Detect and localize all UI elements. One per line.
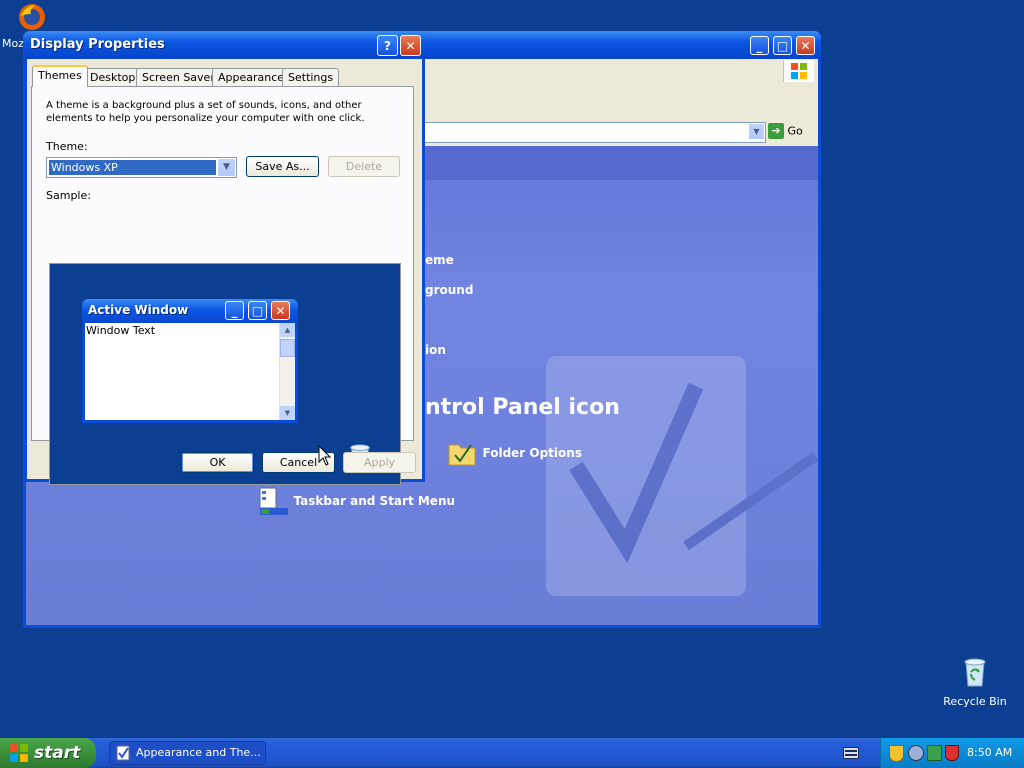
chevron-down-icon[interactable]: ▼: [218, 159, 235, 176]
maximize-button[interactable]: □: [773, 36, 792, 55]
clock[interactable]: 8:50 AM: [967, 738, 1012, 768]
save-as-button[interactable]: Save As...: [246, 156, 319, 177]
theme-description: A theme is a background plus a set of so…: [46, 100, 365, 124]
minimize-button[interactable]: _: [750, 36, 769, 55]
dialog-body: Themes Desktop Screen Saver Appearance S…: [27, 59, 422, 485]
alert-shield-icon[interactable]: [945, 745, 959, 761]
taskbar-start-menu-label: Taskbar and Start Menu: [293, 494, 456, 508]
folder-options-label: Folder Options: [482, 446, 582, 460]
network-icon[interactable]: [908, 745, 924, 761]
control-panel-icon: [116, 745, 130, 761]
tab-desktop[interactable]: Desktop: [84, 68, 142, 86]
taskbar-start-menu-link[interactable]: Taskbar and Start Menu: [258, 486, 455, 516]
sample-window-title: Active Window: [88, 303, 189, 317]
sample-window-text: Window Text: [86, 324, 156, 337]
keyboard-icon[interactable]: [843, 747, 859, 759]
start-label: start: [34, 743, 81, 763]
start-button[interactable]: start: [0, 738, 96, 768]
go-label: Go: [787, 124, 803, 138]
go-button[interactable]: ➔ Go: [768, 123, 812, 142]
recycle-bin-label: Recycle Bin: [943, 695, 1007, 708]
sample-scrollbar: ▲ ▼: [279, 323, 295, 420]
folder-icon: [448, 444, 476, 466]
theme-dropdown[interactable]: Windows XP ▼: [46, 157, 237, 178]
taskbar: start Appearance and The... 8:50 AM: [0, 738, 1024, 768]
taskbar-button-label: Appearance and The...: [136, 746, 261, 759]
update-icon[interactable]: [927, 745, 942, 761]
sample-window-client: Window Text ▲ ▼: [85, 323, 295, 420]
firefox-icon: [19, 4, 45, 30]
display-properties-dialog: Display Properties ? ✕ Themes Desktop Sc…: [24, 31, 425, 485]
help-button[interactable]: ?: [377, 35, 398, 56]
change-theme-link[interactable]: eme: [425, 253, 454, 267]
sample-minimize-icon: _: [225, 301, 244, 320]
dialog-close-button[interactable]: ✕: [400, 35, 421, 56]
mouse-cursor-icon: [318, 445, 332, 466]
scroll-down-icon: ▼: [280, 406, 295, 420]
resolution-link[interactable]: ion: [425, 343, 446, 357]
apply-button[interactable]: Apply: [343, 452, 416, 473]
taskbar-icon: [259, 487, 288, 515]
security-shield-icon[interactable]: [889, 745, 904, 762]
sample-close-icon: ✕: [271, 301, 290, 320]
ok-button[interactable]: OK: [181, 452, 254, 473]
windows-flag-icon: [10, 744, 28, 762]
delete-button[interactable]: Delete: [328, 156, 400, 177]
tab-screen-saver[interactable]: Screen Saver: [136, 68, 221, 86]
taskbar-button-appearance[interactable]: Appearance and The...: [109, 741, 266, 765]
close-button[interactable]: ✕: [796, 36, 815, 55]
tab-settings[interactable]: Settings: [282, 68, 340, 86]
sample-active-window: Active Window _ □ ✕ Window Text ▲ ▼: [82, 299, 298, 423]
scroll-up-icon: ▲: [280, 323, 295, 337]
themes-panel: A theme is a background plus a set of so…: [31, 86, 414, 485]
go-arrow-icon: ➔: [768, 123, 784, 139]
watermark-checkmark-icon: [546, 356, 819, 596]
theme-label: Theme:: [46, 140, 88, 153]
recycle-bin-desktop-icon[interactable]: Recycle Bin: [940, 656, 1010, 708]
sample-label: Sample:: [46, 189, 91, 202]
theme-selected-value: Windows XP: [49, 160, 216, 175]
recycle-bin-icon: [964, 658, 986, 687]
windows-logo-icon: [783, 60, 814, 82]
dialog-title: Display Properties: [30, 37, 165, 52]
sample-maximize-icon: □: [248, 301, 267, 320]
change-background-link[interactable]: ground: [425, 283, 473, 297]
address-input[interactable]: ▼: [406, 122, 766, 143]
folder-options-link[interactable]: Folder Options: [447, 439, 582, 467]
pick-control-panel-icon-heading: ntrol Panel icon: [425, 395, 620, 420]
tab-themes[interactable]: Themes: [32, 65, 88, 87]
dialog-titlebar[interactable]: Display Properties ? ✕: [24, 31, 425, 59]
system-tray: 8:50 AM: [880, 738, 1024, 768]
scroll-thumb: [280, 339, 295, 357]
tab-appearance[interactable]: Appearance: [212, 68, 291, 86]
address-dropdown-arrow[interactable]: ▼: [749, 124, 764, 139]
